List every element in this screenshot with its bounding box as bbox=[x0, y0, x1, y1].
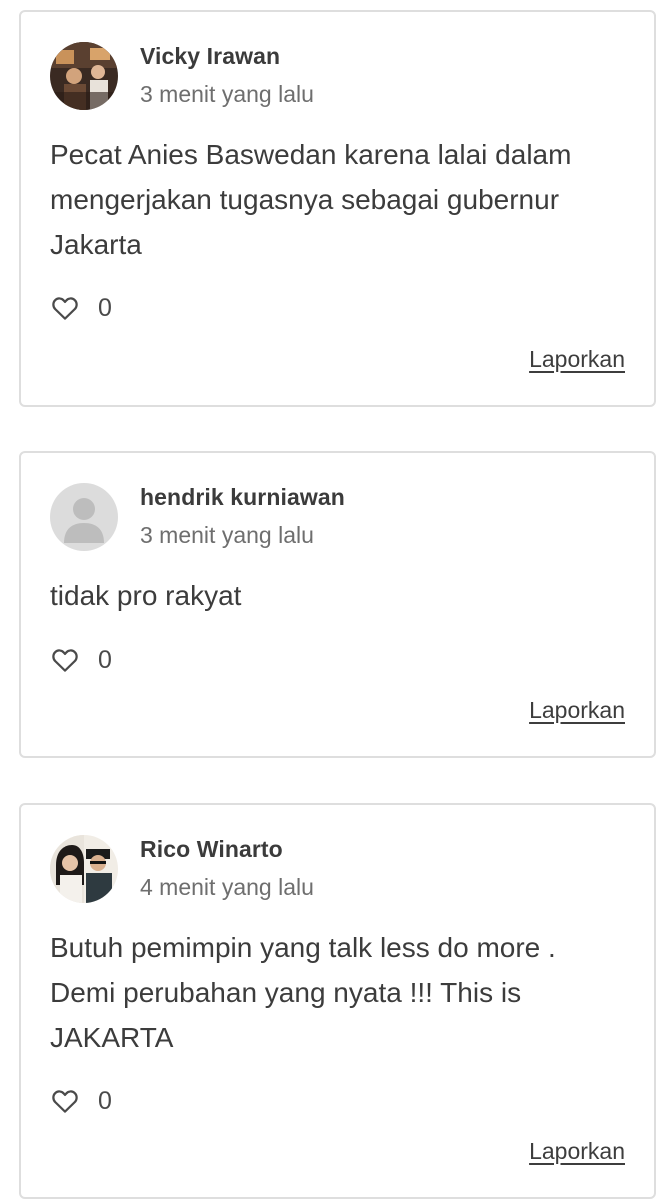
heart-icon[interactable] bbox=[50, 645, 80, 675]
comment-timestamp: 3 menit yang lalu bbox=[140, 81, 314, 107]
comment-author[interactable]: Vicky Irawan bbox=[140, 43, 280, 70]
avatar[interactable] bbox=[50, 483, 118, 551]
heart-icon[interactable] bbox=[50, 293, 80, 323]
comment-text: Pecat Anies Baswedan karena lalai dalam … bbox=[50, 139, 572, 260]
comment-author[interactable]: Rico Winarto bbox=[140, 836, 283, 863]
report-link[interactable]: Laporkan bbox=[529, 346, 625, 373]
comment-timestamp: 3 menit yang lalu bbox=[140, 522, 314, 548]
avatar[interactable] bbox=[50, 835, 118, 903]
comment-card: Rico Winarto 4 menit yang lalu Butuh pem… bbox=[19, 803, 656, 1199]
like-row: 0 bbox=[50, 643, 112, 677]
like-row: 0 bbox=[50, 1084, 112, 1118]
like-count: 0 bbox=[98, 645, 112, 674]
comment-card: hendrik kurniawan 3 menit yang lalu tida… bbox=[19, 451, 656, 758]
comment-card: Vicky Irawan 3 menit yang lalu Pecat Ani… bbox=[19, 10, 656, 407]
user-photo-icon bbox=[50, 42, 118, 110]
avatar[interactable] bbox=[50, 42, 118, 110]
comment-text: tidak pro rakyat bbox=[50, 580, 242, 611]
report-link[interactable]: Laporkan bbox=[529, 697, 625, 724]
heart-icon[interactable] bbox=[50, 1086, 80, 1116]
like-row: 0 bbox=[50, 291, 112, 325]
like-count: 0 bbox=[98, 293, 112, 322]
like-count: 0 bbox=[98, 1086, 112, 1115]
default-user-icon bbox=[50, 483, 118, 551]
report-link[interactable]: Laporkan bbox=[529, 1138, 625, 1165]
comment-text: Butuh pemimpin yang talk less do more . … bbox=[50, 932, 556, 1053]
comment-timestamp: 4 menit yang lalu bbox=[140, 874, 314, 900]
user-photo-icon bbox=[50, 835, 118, 903]
comment-author[interactable]: hendrik kurniawan bbox=[140, 484, 345, 511]
